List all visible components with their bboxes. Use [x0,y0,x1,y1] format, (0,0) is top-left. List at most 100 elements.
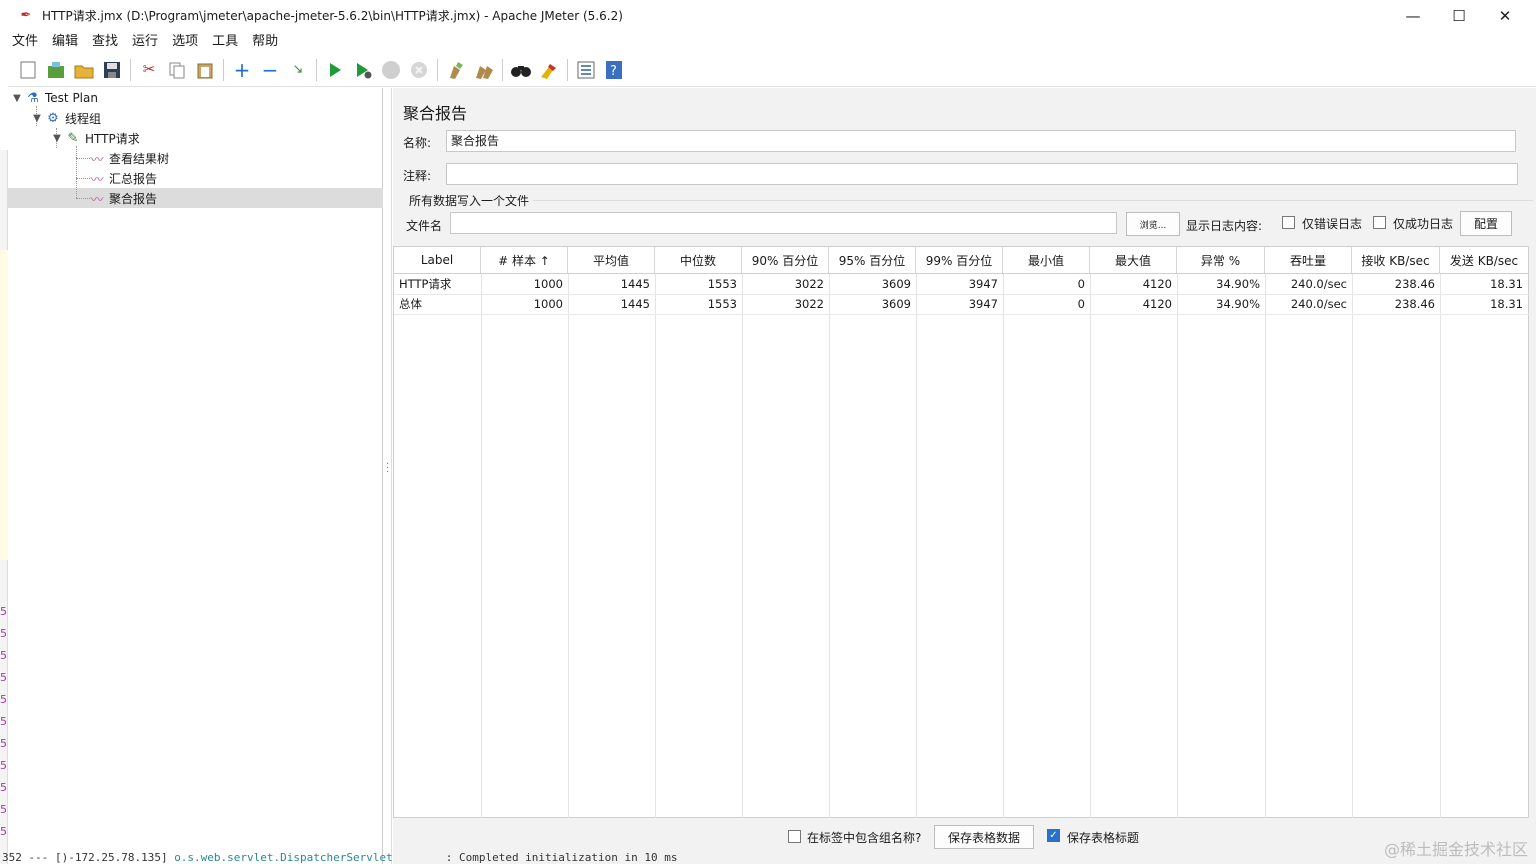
table-header[interactable]: 异常 % [1177,247,1265,274]
clear-all-icon[interactable] [473,59,495,81]
table-cell: HTTP请求 [399,277,452,291]
browse-button[interactable]: 浏览... [1126,212,1180,236]
tree-item-aggregate-report[interactable]: 〰 聚合报告 [88,188,157,208]
name-field[interactable]: 聚合报告 [446,130,1516,152]
watermark: @稀土掘金技术社区 [1383,840,1528,859]
table-cell: 1553 [707,297,737,311]
table-header[interactable]: 吞吐量 [1265,247,1352,274]
chart-icon: 〰 [90,152,104,168]
chevron-down-icon[interactable]: ▼ [50,133,64,144]
table-cell: 1445 [620,297,650,311]
help-icon[interactable]: ? [603,59,625,81]
menu-search[interactable]: 查找 [88,31,124,53]
close-button[interactable]: ✕ [1482,0,1528,31]
errors-only-checkbox[interactable] [1282,216,1295,229]
start-icon[interactable] [324,59,346,81]
save-header-checkbox[interactable]: ✓ [1047,829,1060,842]
open-icon[interactable] [73,59,95,81]
table-cell: 1000 [533,297,563,311]
table-header[interactable]: 发送 KB/sec [1440,247,1528,274]
shutdown-icon[interactable] [408,59,430,81]
background-editor-strip: 5 5 5 5 5 5 5 5 5 5 5 [0,150,8,864]
chart-icon: 〰 [90,192,104,208]
aggregate-report-panel: 聚合报告 名称: 聚合报告 注释: 所有数据写入一个文件 文件名 浏览... 显… [393,88,1536,864]
window-title: HTTP请求.jmx (D:\Program\jmeter\apache-jme… [42,9,623,23]
table-header[interactable]: # 样本 ↑ [481,247,568,274]
chevron-down-icon[interactable]: ▼ [30,113,44,124]
new-icon[interactable] [17,59,39,81]
tree-item-label: 查看结果树 [109,151,170,166]
menu-options[interactable]: 选项 [168,31,204,53]
group-divider [533,200,1533,201]
table-cell: 238.46 [1394,297,1435,311]
tree-item-label: HTTP请求 [85,131,140,146]
pipette-icon: ✎ [67,130,79,146]
table-cell: 总体 [399,297,422,311]
include-group-checkbox[interactable] [788,830,801,843]
table-cell: 240.0/sec [1290,277,1347,291]
menu-run[interactable]: 运行 [128,31,164,53]
test-plan-icon: ⚗ [27,90,39,106]
table-header[interactable]: 中位数 [655,247,742,274]
table-cell: 3609 [881,277,911,291]
chevron-down-icon[interactable]: ▼ [10,93,24,104]
table-header[interactable]: 90% 百分位 [742,247,829,274]
table-header[interactable]: 99% 百分位 [916,247,1003,274]
tree-item-summary-report[interactable]: 〰 汇总报告 [88,168,157,188]
jmeter-window: 5 5 5 5 5 5 5 5 5 5 5 ✒ HTTP请求.jmx (D:\P… [0,0,1536,864]
reset-search-icon[interactable] [538,59,560,81]
save-table-data-button[interactable]: 保存表格数据 [934,825,1034,849]
table-header[interactable]: 95% 百分位 [829,247,916,274]
start-no-pause-icon[interactable] [352,59,374,81]
pane-splitter[interactable]: · · · [384,88,392,864]
table-header[interactable]: 接收 KB/sec [1352,247,1440,274]
clear-icon[interactable] [445,59,467,81]
log-content-label: 显示日志内容: [1186,219,1263,233]
save-header-label: 保存表格标题 [1067,831,1140,845]
errors-only-label: 仅错误日志 [1302,217,1363,231]
paste-icon[interactable] [194,59,216,81]
tree-item-test-plan[interactable]: ▼ ⚗ Test Plan [10,88,98,108]
menu-file[interactable]: 文件 [8,31,44,53]
cut-icon[interactable]: ✂ [138,59,160,81]
filename-field[interactable] [450,212,1117,234]
table-cell: 3022 [794,297,824,311]
maximize-button[interactable]: ☐ [1436,0,1482,31]
table-cell: 3947 [968,277,998,291]
configure-button[interactable]: 配置 [1460,211,1512,236]
table-cell: 1000 [533,277,563,291]
search-icon[interactable] [510,59,532,81]
save-icon[interactable] [101,59,123,81]
menu-help[interactable]: 帮助 [248,31,284,53]
menu-tools[interactable]: 工具 [208,31,244,53]
chart-icon: 〰 [90,172,104,188]
gear-icon: ⚙ [47,110,59,126]
table-header[interactable]: Label [394,247,481,274]
comment-label: 注释: [403,169,432,183]
stop-icon[interactable] [380,59,402,81]
table-header[interactable]: 最大值 [1090,247,1177,274]
minimize-button[interactable]: — [1390,0,1436,31]
filename-label: 文件名 [406,219,443,233]
table-header[interactable]: 最小值 [1003,247,1090,274]
tree-item-label: 聚合报告 [109,191,158,206]
menu-edit[interactable]: 编辑 [48,31,84,53]
success-only-checkbox[interactable] [1373,216,1386,229]
table-header[interactable]: 平均值 [568,247,655,274]
menu-bar: 文件 编辑 查找 运行 选项 工具 帮助 [8,31,1536,53]
function-helper-icon[interactable] [575,59,597,81]
tree-item-label: Test Plan [45,91,98,105]
expand-icon[interactable]: + [231,59,253,81]
panel-title: 聚合报告 [403,104,468,123]
toggle-icon[interactable]: ↘ [287,59,309,81]
comment-field[interactable] [446,163,1518,185]
tree-item-thread-group[interactable]: ▼ ⚙ 线程组 [30,108,101,128]
templates-icon[interactable] [45,59,67,81]
collapse-icon[interactable]: − [259,59,281,81]
jmeter-feather-icon: ✒ [20,8,32,23]
tree-item-http-request[interactable]: ▼ ✎ HTTP请求 [50,128,140,148]
copy-icon[interactable] [166,59,188,81]
test-plan-tree: ▼ ⚗ Test Plan ▼ ⚙ 线程组 ▼ ✎ HTTP请求 〰 查看结果树… [8,88,383,864]
name-label: 名称: [403,136,432,150]
tree-item-view-results-tree[interactable]: 〰 查看结果树 [88,148,169,168]
